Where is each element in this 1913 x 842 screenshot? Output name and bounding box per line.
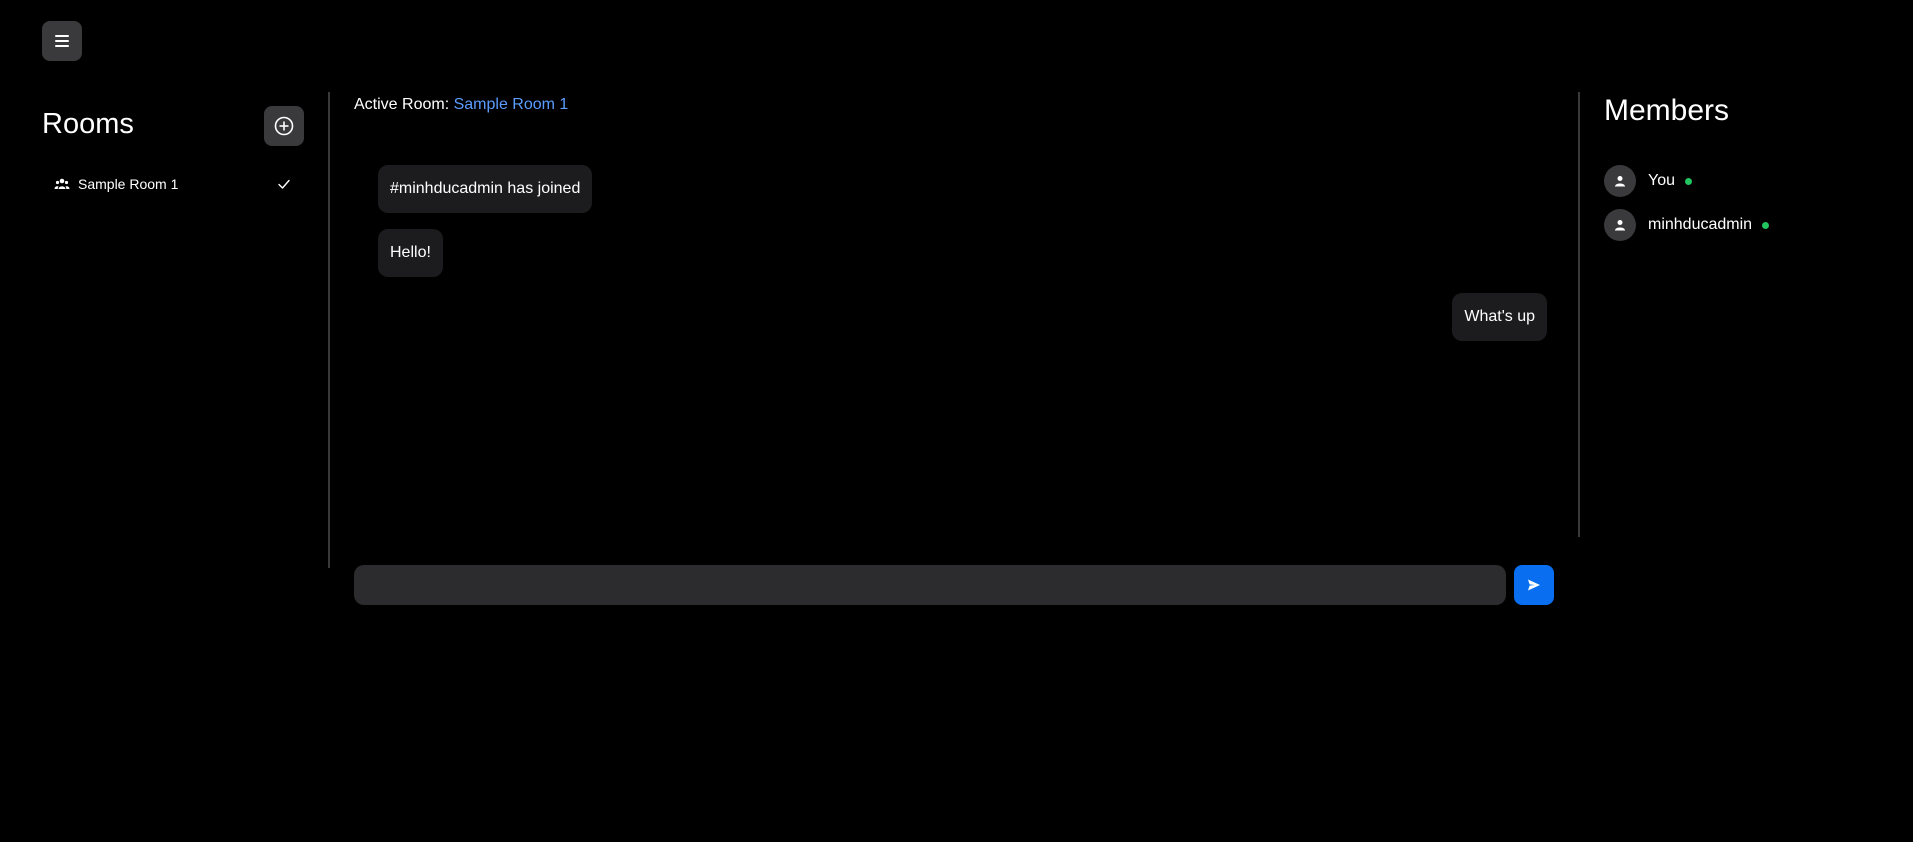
user-icon (1614, 175, 1626, 187)
active-room-header: Active Room: Sample Room 1 (354, 96, 568, 114)
check-icon (276, 176, 292, 192)
room-item-sample-room-1[interactable]: Sample Room 1 (42, 168, 304, 200)
active-room-name[interactable]: Sample Room 1 (454, 96, 569, 113)
hamburger-menu-icon (55, 35, 69, 47)
add-room-button[interactable] (264, 106, 304, 146)
message-input[interactable] (354, 565, 1506, 605)
menu-button[interactable] (42, 21, 82, 61)
online-status-indicator (1762, 221, 1770, 229)
online-status-indicator (1685, 177, 1692, 185)
message-bubble-own: What's up (1452, 293, 1547, 341)
avatar (1604, 165, 1636, 197)
active-room-label: Active Room: (354, 96, 454, 113)
avatar (1604, 209, 1636, 241)
member-name: minhducadmin (1648, 216, 1753, 233)
member-item: minhducadmin (1604, 209, 1770, 241)
rooms-title: Rooms (42, 108, 134, 140)
members-divider (1578, 92, 1580, 537)
message-text: #minhducadmin has joined (390, 180, 581, 197)
members-title: Members (1604, 94, 1730, 127)
send-icon (1527, 578, 1541, 592)
message-text: Hello! (390, 244, 431, 261)
plus-circle-icon (274, 116, 294, 136)
room-item-label: Sample Room 1 (78, 176, 179, 192)
message-bubble: Hello! (378, 229, 443, 277)
member-item: You (1604, 165, 1692, 197)
member-name: You (1648, 172, 1675, 189)
group-icon (54, 176, 70, 192)
send-button[interactable] (1514, 565, 1554, 605)
message-bubble: #minhducadmin has joined (378, 165, 593, 213)
message-text: What's up (1464, 308, 1535, 325)
user-icon (1614, 219, 1626, 231)
rooms-divider (328, 92, 330, 568)
